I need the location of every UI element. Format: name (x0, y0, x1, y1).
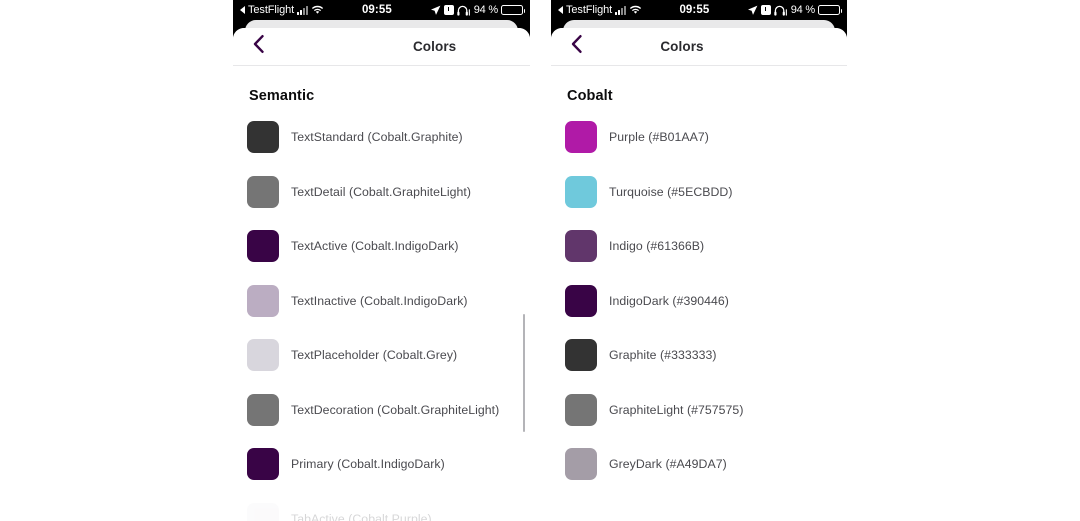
status-bar-back-label: TestFlight (566, 4, 613, 16)
list-item-label: TextInactive (Cobalt.IndigoDark) (291, 293, 468, 308)
list-item-label: IndigoDark (#390446) (609, 293, 729, 308)
list-item[interactable]: TextStandard (Cobalt.Graphite) (233, 110, 530, 165)
location-arrow-icon (430, 5, 441, 16)
list-item-label: TextStandard (Cobalt.Graphite) (291, 130, 463, 145)
list-item-label: Purple (#B01AA7) (609, 130, 709, 145)
list-item-label: TabActive (Cobalt.Purple) (291, 511, 432, 521)
color-swatch (565, 284, 597, 317)
wifi-icon (311, 5, 324, 15)
list-item[interactable]: TextDetail (Cobalt.GraphiteLight) (233, 165, 530, 220)
battery-icon (501, 5, 525, 15)
sheet-container: Colors Cobalt Purple (#B01AA7) Turquoise… (551, 20, 847, 521)
color-swatch (247, 230, 279, 263)
section-header-semantic: Semantic (249, 88, 315, 104)
status-bar-clock: 09:55 (679, 4, 710, 16)
list-item-label: Turquoise (#5ECBDD) (609, 184, 733, 199)
list-item[interactable]: TextPlaceholder (Cobalt.Grey) (233, 328, 530, 383)
back-triangle-icon (558, 6, 563, 14)
sheet-container: Semantic Colors Semantic TextStandard (C… (233, 20, 530, 521)
battery-icon (818, 5, 842, 15)
cellular-bars-icon (297, 5, 309, 15)
color-swatch (247, 175, 279, 208)
screenshot-stage: TestFlight 09:55 94 % Colors Semantic Te… (0, 0, 1080, 521)
status-bar-clock: 09:55 (361, 4, 392, 16)
wifi-icon (629, 5, 642, 15)
list-item-label: GreyDark (#A49DA7) (609, 457, 727, 472)
list-item[interactable]: Indigo (#61366B) (551, 219, 847, 274)
sheet-card: Semantic Colors Semantic TextStandard (C… (233, 28, 530, 521)
list-item-label: TextPlaceholder (Cobalt.Grey) (291, 348, 458, 363)
list-item[interactable]: TextInactive (Cobalt.IndigoDark) (233, 274, 530, 329)
list-item-label: GraphiteLight (#757575) (609, 402, 744, 417)
color-swatch (565, 230, 597, 263)
alarm-icon (443, 5, 454, 15)
navigation-bar: Colors (551, 28, 847, 66)
list-item[interactable]: GreyDark (#A49DA7) (551, 437, 847, 492)
color-swatch (565, 339, 597, 372)
battery-percent-label: 94 % (473, 4, 498, 16)
navigation-bar: Semantic Colors (233, 28, 530, 66)
list-item-label: TextDetail (Cobalt.GraphiteLight) (291, 184, 472, 199)
color-swatch (565, 175, 597, 208)
headphones-icon (457, 5, 471, 16)
status-bar-left: TestFlight (240, 4, 324, 16)
status-bar-left: TestFlight (558, 4, 642, 16)
alarm-icon (760, 5, 771, 15)
list-item-label: Indigo (#61366B) (609, 239, 705, 254)
headphones-icon (774, 5, 788, 16)
cellular-bars-icon (615, 5, 627, 15)
list-item[interactable]: Purple (#B01AA7) (551, 110, 847, 165)
color-swatch (247, 448, 279, 481)
chevron-left-icon (252, 34, 265, 59)
status-bar-right: 94 % (747, 4, 842, 16)
list-item[interactable]: Primary (Cobalt.IndigoDark) (233, 437, 530, 492)
list-content: Semantic TextStandard (Cobalt.Graphite) … (233, 66, 530, 521)
color-swatch (247, 121, 279, 154)
back-button[interactable] (241, 28, 275, 65)
back-triangle-icon (240, 6, 245, 14)
status-bar: TestFlight 09:55 94 % (233, 0, 530, 20)
status-bar-right: 94 % (430, 4, 525, 16)
color-swatch (565, 393, 597, 426)
color-swatch (565, 448, 597, 481)
phone-screen-semantic: TestFlight 09:55 94 % Colors Semantic Te… (233, 0, 530, 521)
list-item-label: Graphite (#333333) (609, 348, 717, 363)
sheet-card: Colors Cobalt Purple (#B01AA7) Turquoise… (551, 28, 847, 521)
list-item-label: TextDecoration (Cobalt.GraphiteLight) (291, 402, 500, 417)
section-header-cobalt: Cobalt (567, 88, 613, 104)
color-swatch (247, 393, 279, 426)
list-item[interactable]: Graphite (#333333) (551, 328, 847, 383)
list-item[interactable]: Turquoise (#5ECBDD) (551, 165, 847, 220)
list-item[interactable]: TextActive (Cobalt.IndigoDark) (233, 219, 530, 274)
color-list-cobalt[interactable]: Cobalt Purple (#B01AA7) Turquoise (#5ECB… (551, 66, 847, 521)
color-swatch (247, 339, 279, 372)
list-item[interactable]: IndigoDark (#390446) (551, 274, 847, 329)
battery-percent-label: 94 % (790, 4, 815, 16)
chevron-left-icon (570, 34, 583, 59)
back-button[interactable] (559, 28, 593, 65)
scrollbar-thumb[interactable] (522, 314, 525, 432)
location-arrow-icon (747, 5, 758, 16)
color-swatch (565, 121, 597, 154)
color-list-semantic[interactable]: Semantic TextStandard (Cobalt.Graphite) … (233, 66, 530, 521)
list-item-label: TextActive (Cobalt.IndigoDark) (291, 239, 459, 254)
list-item[interactable]: GraphiteLight (#757575) (551, 383, 847, 438)
color-swatch (247, 284, 279, 317)
list-item[interactable]: TabActive (Cobalt.Purple) (233, 492, 530, 521)
phone-screen-cobalt: TestFlight 09:55 94 % Colors Cobalt Purp… (551, 0, 847, 521)
status-bar-back-label: TestFlight (248, 4, 295, 16)
nav-title: Colors (412, 39, 457, 54)
status-bar: TestFlight 09:55 94 % (551, 0, 847, 20)
list-item-label: Primary (Cobalt.IndigoDark) (291, 457, 445, 472)
color-swatch (247, 502, 279, 521)
list-item[interactable]: TextDecoration (Cobalt.GraphiteLight) (233, 383, 530, 438)
list-content: Cobalt Purple (#B01AA7) Turquoise (#5ECB… (551, 66, 847, 492)
